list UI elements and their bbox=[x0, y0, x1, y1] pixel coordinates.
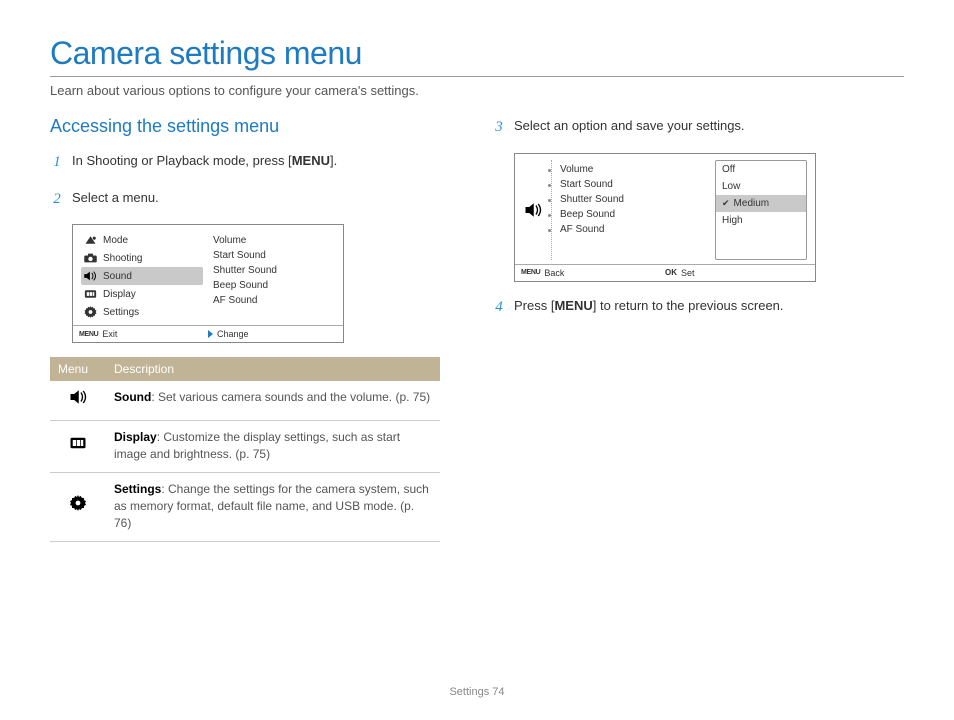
step-4: 4 Press [MENU] to return to the previous… bbox=[492, 296, 904, 319]
step-2-text: Select a menu. bbox=[72, 188, 159, 211]
sound-icon bbox=[50, 381, 106, 420]
intro-text: Learn about various options to configure… bbox=[50, 83, 904, 98]
footer-change[interactable]: Change bbox=[217, 329, 249, 339]
submenu-item[interactable]: Start Sound bbox=[560, 177, 707, 192]
submenu-item[interactable]: Beep Sound bbox=[560, 207, 707, 222]
table-row: Display: Customize the display settings,… bbox=[50, 420, 440, 472]
submenu-item[interactable]: Shutter Sound bbox=[213, 263, 335, 278]
step-4-text-pre: Press [ bbox=[514, 298, 554, 313]
row-label: Display bbox=[114, 430, 157, 444]
title-rule bbox=[50, 76, 904, 77]
mode-icon bbox=[83, 234, 97, 246]
checkmark-icon: ✔ bbox=[722, 198, 730, 209]
submenu-item[interactable]: Start Sound bbox=[213, 248, 335, 263]
table-row: Settings: Change the settings for the ca… bbox=[50, 472, 440, 541]
step-1-text-post: ]. bbox=[330, 153, 337, 168]
menu-item-label: Mode bbox=[103, 235, 128, 246]
step-3: 3 Select an option and save your setting… bbox=[492, 116, 904, 139]
column-left: Accessing the settings menu 1 In Shootin… bbox=[50, 116, 462, 542]
menu-item-mode[interactable]: Mode bbox=[81, 231, 203, 249]
column-right: 3 Select an option and save your setting… bbox=[492, 116, 904, 542]
row-text: : Change the settings for the camera sys… bbox=[114, 482, 429, 531]
option-category-icon bbox=[523, 160, 543, 260]
menu-item-sound[interactable]: Sound bbox=[81, 267, 203, 285]
menu-item-shooting[interactable]: Shooting bbox=[81, 249, 203, 267]
menu-item-label: Settings bbox=[103, 307, 139, 318]
footer-back[interactable]: Back bbox=[544, 268, 564, 278]
table-row: Sound: Set various camera sounds and the… bbox=[50, 381, 440, 420]
option-medium[interactable]: ✔ Medium bbox=[716, 195, 806, 212]
option-low[interactable]: Low bbox=[716, 178, 806, 195]
menu-item-label: Display bbox=[103, 289, 136, 300]
footer-menu-label: MENU bbox=[79, 331, 98, 338]
row-label: Sound bbox=[114, 390, 151, 404]
submenu-item[interactable]: Beep Sound bbox=[213, 278, 335, 293]
step-1: 1 In Shooting or Playback mode, press [M… bbox=[50, 151, 462, 174]
menu-button-label: MENU bbox=[554, 298, 592, 313]
menu-description-table: Menu Description Sound: Set various came… bbox=[50, 357, 440, 542]
gear-icon bbox=[50, 472, 106, 541]
step-number: 3 bbox=[492, 116, 506, 139]
table-header-description: Description bbox=[106, 357, 440, 381]
table-header-menu: Menu bbox=[50, 357, 106, 381]
menu-left-pane: Mode Shooting Sound bbox=[81, 231, 203, 321]
screenshot-menu: Mode Shooting Sound bbox=[72, 224, 344, 343]
step-number: 1 bbox=[50, 151, 64, 174]
step-3-text: Select an option and save your settings. bbox=[514, 116, 745, 139]
triangle-right-icon bbox=[208, 330, 213, 338]
gear-icon bbox=[83, 306, 97, 318]
sound-icon bbox=[83, 270, 97, 282]
submenu-item[interactable]: AF Sound bbox=[213, 293, 335, 308]
footer-page-number: 74 bbox=[492, 686, 504, 698]
screenshot-footer: MENU Exit Change bbox=[73, 325, 343, 342]
submenu-item[interactable]: Volume bbox=[213, 233, 335, 248]
menu-button-label: MENU bbox=[292, 153, 330, 168]
footer-set[interactable]: Set bbox=[681, 268, 695, 278]
row-label: Settings bbox=[114, 482, 161, 496]
display-icon bbox=[83, 288, 97, 300]
submenu-item[interactable]: AF Sound bbox=[560, 222, 707, 237]
row-text: : Set various camera sounds and the volu… bbox=[151, 390, 430, 404]
menu-item-display[interactable]: Display bbox=[81, 285, 203, 303]
section-heading: Accessing the settings menu bbox=[50, 116, 462, 137]
screenshot-footer: MENU Back OK Set bbox=[515, 264, 815, 281]
submenu-item[interactable]: Shutter Sound bbox=[560, 192, 707, 207]
submenu-item[interactable]: Volume bbox=[560, 162, 707, 177]
screenshot-options: Volume Start Sound Shutter Sound Beep So… bbox=[514, 153, 816, 282]
option-off[interactable]: Off bbox=[716, 161, 806, 178]
option-value-box: Off Low ✔ Medium High bbox=[715, 160, 807, 260]
step-2: 2 Select a menu. bbox=[50, 188, 462, 211]
menu-item-label: Shooting bbox=[103, 253, 142, 264]
footer-section: Settings bbox=[449, 686, 489, 698]
step-4-text-post: ] to return to the previous screen. bbox=[593, 298, 784, 313]
option-high[interactable]: High bbox=[716, 212, 806, 229]
step-number: 4 bbox=[492, 296, 506, 319]
camera-icon bbox=[83, 252, 97, 264]
menu-item-settings[interactable]: Settings bbox=[81, 303, 203, 321]
footer-exit[interactable]: Exit bbox=[102, 329, 117, 339]
footer-menu-label: MENU bbox=[521, 269, 540, 276]
step-1-text-pre: In Shooting or Playback mode, press [ bbox=[72, 153, 292, 168]
footer-ok-label: OK bbox=[665, 268, 677, 277]
page-title: Camera settings menu bbox=[50, 35, 904, 72]
menu-right-pane: Volume Start Sound Shutter Sound Beep So… bbox=[213, 231, 335, 321]
page-footer: Settings 74 bbox=[0, 686, 954, 698]
step-number: 2 bbox=[50, 188, 64, 211]
display-icon bbox=[50, 420, 106, 472]
option-submenu: Volume Start Sound Shutter Sound Beep So… bbox=[551, 160, 707, 260]
row-text: : Customize the display settings, such a… bbox=[114, 430, 400, 461]
menu-item-label: Sound bbox=[103, 271, 132, 282]
option-label: Medium bbox=[734, 198, 770, 209]
